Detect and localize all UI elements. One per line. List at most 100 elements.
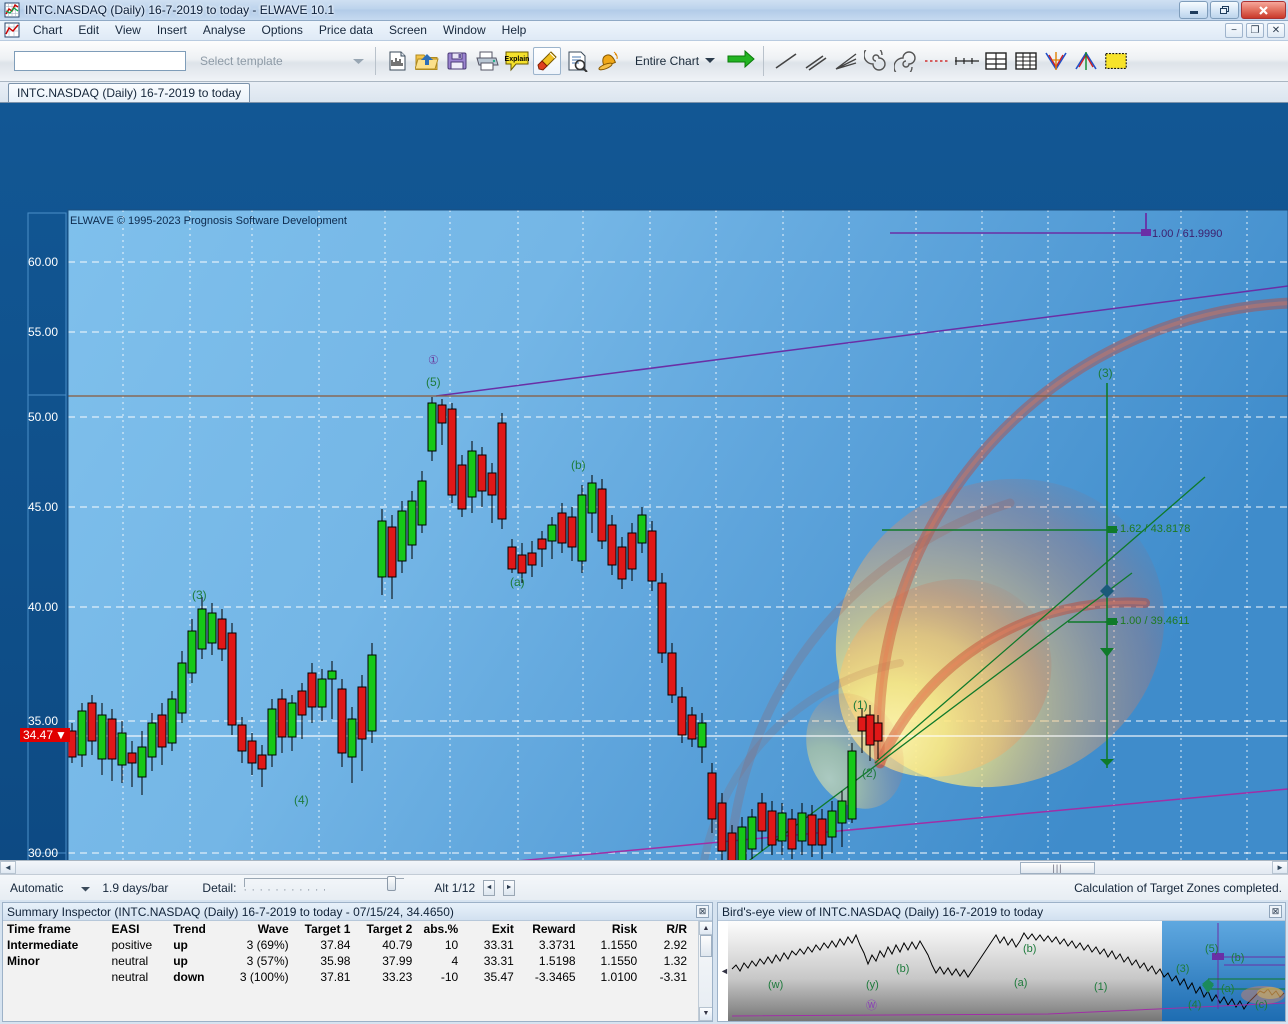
detail-slider[interactable]: ' ' ' ' ' ' ' ' ' ' ' xyxy=(244,878,404,897)
detail-slider-thumb[interactable] xyxy=(387,876,396,891)
table-row[interactable]: Intermediate positive up 3 (69%) 37.84 4… xyxy=(3,937,691,953)
cell-target2: 33.23 xyxy=(354,969,416,985)
wave-label-2: (2) xyxy=(862,766,877,780)
table-row[interactable]: neutral down 3 (100%) 37.81 33.23 -10 35… xyxy=(3,969,691,985)
scroll-right-arrow[interactable]: ► xyxy=(1272,861,1288,874)
summary-inspector-body: Time frame EASI Trend Wave Target 1 Targ… xyxy=(3,921,712,1021)
scroll-thumb[interactable] xyxy=(700,935,712,957)
chart-panel[interactable]: 60.00 55.00 50.00 45.00 40.00 35.00 30.0… xyxy=(0,103,1288,861)
cell-target1: 37.81 xyxy=(293,969,355,985)
report-icon[interactable] xyxy=(563,47,591,75)
trendline-icon[interactable] xyxy=(772,47,800,75)
explain-icon[interactable]: Explain xyxy=(503,47,531,75)
mdi-close-button[interactable]: ✕ xyxy=(1267,23,1285,38)
col-exit: Exit xyxy=(462,921,518,937)
wave-down-icon[interactable] xyxy=(1042,47,1070,75)
summary-inspector-vertical-scrollbar[interactable]: ▲ ▼ xyxy=(698,921,712,1021)
summary-inspector-panel: Summary Inspector (INTC.NASDAQ (Daily) 1… xyxy=(2,902,713,1022)
menu-item-analyse[interactable]: Analyse xyxy=(195,21,254,39)
current-price-tag: 34.47 ▼ xyxy=(20,728,70,742)
menu-item-edit[interactable]: Edit xyxy=(70,21,107,39)
scroll-left-arrow[interactable]: ◄ xyxy=(0,861,16,874)
birdseye-title-bar: Bird's-eye view of INTC.NASDAQ (Daily) 1… xyxy=(718,903,1285,921)
new-chart-icon[interactable] xyxy=(383,47,411,75)
highlighter-icon[interactable] xyxy=(533,47,561,75)
template-select[interactable]: Select template xyxy=(196,50,368,72)
mdi-restore-button[interactable]: ❐ xyxy=(1246,23,1264,38)
fan-lines-icon[interactable] xyxy=(832,47,860,75)
alt-prev-button[interactable]: ◄ xyxy=(483,880,495,896)
birdseye-title: Bird's-eye view of INTC.NASDAQ (Daily) 1… xyxy=(722,905,1043,919)
open-folder-icon[interactable] xyxy=(413,47,441,75)
chevron-down-icon xyxy=(353,54,364,68)
menu-item-view[interactable]: View xyxy=(107,21,149,39)
menu-item-insert[interactable]: Insert xyxy=(149,21,195,39)
grid-icon[interactable] xyxy=(982,47,1010,75)
parallel-lines-icon[interactable] xyxy=(802,47,830,75)
cell-rr: 1.32 xyxy=(641,953,691,969)
birdseye-panel: Bird's-eye view of INTC.NASDAQ (Daily) 1… xyxy=(717,902,1286,1022)
scroll-thumb[interactable]: ||| xyxy=(1020,862,1095,874)
cell-exit: 33.31 xyxy=(462,937,518,953)
birdseye-label-b2: (b) xyxy=(1023,943,1036,955)
cell-easi: positive xyxy=(107,937,169,953)
col-easi: EASI xyxy=(107,921,169,937)
menu-item-window[interactable]: Window xyxy=(435,21,494,39)
spiral2-icon[interactable] xyxy=(892,47,920,75)
birdseye-label-w: (w) xyxy=(768,979,783,991)
menu-item-options[interactable]: Options xyxy=(254,21,311,39)
mode-select[interactable]: Automatic xyxy=(6,880,94,896)
detail-slider-ticks: ' ' ' ' ' ' ' ' ' ' ' xyxy=(244,888,404,897)
print-icon[interactable] xyxy=(473,47,501,75)
spiral-icon[interactable] xyxy=(862,47,890,75)
minimize-button[interactable] xyxy=(1179,1,1208,19)
birdseye-label-1: (1) xyxy=(1094,981,1107,993)
cell-reward: 3.3731 xyxy=(518,937,580,953)
menu-item-chart[interactable]: Chart xyxy=(25,21,70,39)
tab-intc-nasdaq-daily[interactable]: INTC.NASDAQ (Daily) 16-7-2019 to today xyxy=(8,83,250,102)
measure-icon[interactable] xyxy=(952,47,980,75)
col-wave: Wave xyxy=(231,921,293,937)
scroll-up-arrow[interactable]: ▲ xyxy=(699,921,712,935)
go-arrow-icon[interactable] xyxy=(727,48,755,73)
chart-watermark: ELWAVE © 1995-2023 Prognosis Software De… xyxy=(70,215,347,227)
chart-horizontal-scrollbar[interactable]: ◄ ||| ► xyxy=(0,860,1288,874)
birdseye-label-5: (5) xyxy=(1205,943,1218,955)
chart-scope-select[interactable]: Entire Chart xyxy=(635,48,755,73)
menu-item-price-data[interactable]: Price data xyxy=(311,21,381,39)
close-button[interactable] xyxy=(1241,1,1286,19)
mdi-minimize-button[interactable]: − xyxy=(1225,23,1243,38)
birdseye-label-b3: (b) xyxy=(1231,952,1244,964)
cell-target1: 35.98 xyxy=(293,953,355,969)
cell-trend: up xyxy=(169,937,231,953)
save-disk-icon[interactable] xyxy=(443,47,471,75)
cell-abs: -10 xyxy=(416,969,462,985)
alert-bell-icon[interactable] xyxy=(593,47,621,75)
birdseye-body[interactable]: ◄ ► xyxy=(718,921,1285,1021)
wave-label-a: (a) xyxy=(510,575,525,589)
table-row[interactable]: Minor neutral up 3 (57%) 35.98 37.99 4 3… xyxy=(3,953,691,969)
symbol-search-input[interactable] xyxy=(14,51,186,71)
scale-label: 1.9 days/bar xyxy=(102,881,168,895)
birdseye-close-icon[interactable]: ⊠ xyxy=(1269,905,1282,918)
restore-button[interactable] xyxy=(1210,1,1239,19)
toolbar-separator xyxy=(375,47,376,75)
summary-inspector-table: Time frame EASI Trend Wave Target 1 Targ… xyxy=(3,921,691,985)
svg-text:Explain: Explain xyxy=(505,56,530,63)
chevron-down-icon xyxy=(705,58,715,63)
summary-inspector-close-icon[interactable]: ⊠ xyxy=(696,905,709,918)
dotted-line-icon[interactable] xyxy=(922,47,950,75)
cell-target2: 37.99 xyxy=(354,953,416,969)
menu-item-help[interactable]: Help xyxy=(494,21,535,39)
wave-label-4: (4) xyxy=(294,793,309,807)
chart-app-icon xyxy=(4,2,20,18)
grid2-icon[interactable] xyxy=(1012,47,1040,75)
wave-up-icon[interactable] xyxy=(1072,47,1100,75)
wave-label-primary-1: ① xyxy=(428,353,439,367)
scroll-down-arrow[interactable]: ▼ xyxy=(699,1007,712,1021)
y-tick-50: 50.00 xyxy=(0,410,58,424)
detail-slider-track[interactable] xyxy=(244,878,404,887)
menu-item-screen[interactable]: Screen xyxy=(381,21,435,39)
highlight-box-icon[interactable] xyxy=(1102,47,1130,75)
alt-next-button[interactable]: ► xyxy=(503,880,515,896)
